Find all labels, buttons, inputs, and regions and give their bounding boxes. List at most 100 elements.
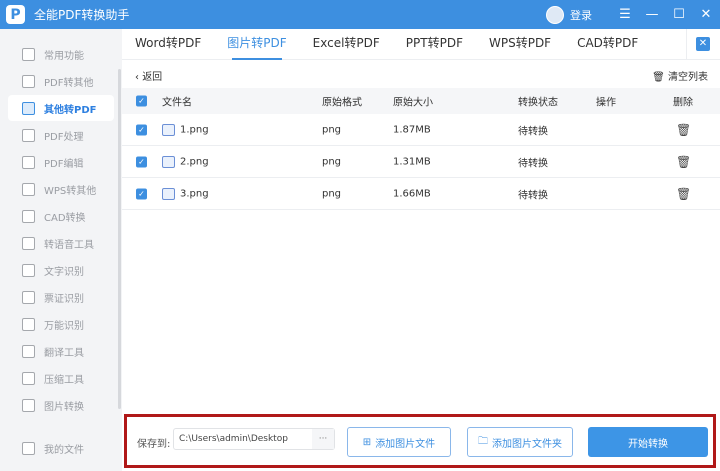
browse-button[interactable]: ··· [312, 429, 334, 449]
sidebar-item-label: 压缩工具 [44, 374, 84, 386]
clear-list-button[interactable]: 🗑 清空列表 [652, 68, 708, 83]
file-format: png [322, 156, 342, 167]
tool-icon [22, 209, 35, 223]
sidebar-item-label: 我的文件 [44, 444, 84, 456]
tool-icon [22, 47, 35, 61]
file-format: png [322, 188, 342, 199]
sidebar-scrollbar[interactable] [118, 69, 121, 409]
avatar[interactable] [546, 5, 564, 24]
file-name: 3.png [180, 188, 209, 199]
file-status: 待转换 [518, 190, 548, 201]
add-image-file-label: 添加图片文件 [375, 438, 436, 450]
title-bar: P 全能PDF转换助手 登录 ☰ — ☐ ✕ [0, 0, 720, 29]
sidebar-item-label: 常用功能 [44, 50, 84, 62]
row-checkbox[interactable]: ✓ [136, 124, 147, 135]
header-filename: 文件名 [162, 97, 192, 109]
clear-list-label: 清空列表 [668, 72, 708, 83]
back-button[interactable]: ‹ 返回 [135, 68, 162, 83]
tool-icon [22, 371, 35, 385]
header-size: 原始大小 [393, 97, 433, 109]
tab-cad-to-pdf[interactable]: CAD转PDF [577, 28, 638, 59]
table-row: ✓ 3.png png 1.66MB 待转换 🗑 [122, 178, 720, 210]
sidebar-item-label: WPS转其他 [44, 185, 97, 197]
sidebar-item-translate[interactable]: 翻译工具 [8, 338, 114, 364]
divider [686, 29, 687, 60]
row-checkbox[interactable]: ✓ [136, 188, 147, 199]
folder-icon [22, 441, 35, 455]
image-file-icon [162, 123, 175, 136]
file-plus-icon: ⊞ [362, 436, 372, 448]
app-logo-icon: P [6, 5, 25, 24]
sidebar-item-common[interactable]: 常用功能 [8, 41, 114, 67]
add-image-file-button[interactable]: ⊞ 添加图片文件 [347, 427, 451, 457]
sidebar-item-pdf-edit[interactable]: PDF编辑 [8, 149, 114, 175]
tool-icon [22, 398, 35, 412]
menu-icon[interactable]: ☰ [612, 7, 638, 22]
image-file-icon [162, 187, 175, 200]
tool-icon [22, 101, 35, 115]
tab-excel-to-pdf[interactable]: Excel转PDF [313, 28, 380, 59]
save-to-label: 保存到: [137, 439, 171, 450]
image-file-icon [162, 155, 175, 168]
save-path-field[interactable]: C:\Users\admin\Desktop ··· [173, 428, 335, 450]
delete-trash-icon[interactable]: 🗑 [676, 123, 691, 137]
file-format: png [322, 124, 342, 135]
back-label: 返回 [142, 72, 163, 83]
bottom-action-bar: 保存到: C:\Users\admin\Desktop ··· ⊞ 添加图片文件 … [124, 414, 716, 468]
start-convert-button[interactable]: 开始转换 [588, 427, 708, 457]
tool-icon [22, 182, 35, 196]
close-window-icon[interactable]: ✕ [693, 7, 719, 22]
add-image-folder-label: 添加图片文件夹 [492, 438, 562, 450]
sidebar-item-wps-to-other[interactable]: WPS转其他 [8, 176, 114, 202]
sidebar-item-pdf-to-other[interactable]: PDF转其他 [8, 68, 114, 94]
main-panel: Word转PDF 图片转PDF Excel转PDF PPT转PDF WPS转PD… [122, 29, 720, 471]
select-all-checkbox[interactable]: ✓ [136, 95, 147, 107]
tab-ppt-to-pdf[interactable]: PPT转PDF [406, 28, 463, 59]
header-format: 原始格式 [322, 97, 362, 109]
sidebar-item-pdf-process[interactable]: PDF处理 [8, 122, 114, 148]
file-size: 1.87MB [393, 124, 431, 135]
file-status: 待转换 [518, 126, 548, 137]
tool-icon [22, 344, 35, 358]
file-status: 待转换 [518, 158, 548, 169]
tab-word-to-pdf[interactable]: Word转PDF [135, 28, 201, 59]
tool-icon [22, 290, 35, 304]
table-row: ✓ 1.png png 1.87MB 待转换 🗑 [122, 114, 720, 146]
maximize-icon[interactable]: ☐ [666, 7, 692, 22]
sidebar-item-ocr[interactable]: 文字识别 [8, 257, 114, 283]
minimize-icon[interactable]: — [639, 7, 665, 22]
delete-trash-icon[interactable]: 🗑 [676, 155, 691, 169]
header-status: 转换状态 [518, 97, 558, 109]
sidebar-item-tts[interactable]: 转语音工具 [8, 230, 114, 256]
close-panel-icon[interactable]: ✕ [696, 37, 710, 51]
delete-trash-icon[interactable]: 🗑 [676, 187, 691, 201]
tab-bar: Word转PDF 图片转PDF Excel转PDF PPT转PDF WPS转PD… [122, 29, 720, 60]
sidebar-item-cad[interactable]: CAD转换 [8, 203, 114, 229]
sidebar-item-label: 票证识别 [44, 293, 84, 305]
sidebar-item-universal-ocr[interactable]: 万能识别 [8, 311, 114, 337]
app-title: 全能PDF转换助手 [34, 8, 130, 22]
tab-wps-to-pdf[interactable]: WPS转PDF [489, 28, 551, 59]
sidebar-item-my-files[interactable]: 我的文件 [8, 435, 114, 461]
sidebar-item-ticket-ocr[interactable]: 票证识别 [8, 284, 114, 310]
sidebar-item-other-to-pdf[interactable]: 其他转PDF [8, 95, 114, 121]
sidebar-item-image-convert[interactable]: 图片转换 [8, 392, 114, 418]
header-action: 操作 [596, 97, 616, 109]
sidebar-item-label: 文字识别 [44, 266, 84, 278]
sidebar-item-label: 转语音工具 [44, 239, 94, 251]
folder-icon: 🗀 [478, 435, 488, 447]
sidebar-item-label: PDF编辑 [44, 158, 84, 170]
sidebar-item-label: 万能识别 [44, 320, 84, 332]
file-size: 1.66MB [393, 188, 431, 199]
sidebar-item-label: 其他转PDF [44, 104, 97, 116]
add-image-folder-button[interactable]: 🗀 添加图片文件夹 [467, 427, 573, 457]
login-link[interactable]: 登录 [570, 7, 592, 23]
file-size: 1.31MB [393, 156, 431, 167]
save-path-value: C:\Users\admin\Desktop [179, 434, 288, 444]
tab-image-to-pdf[interactable]: 图片转PDF [227, 28, 287, 60]
file-name: 2.png [180, 156, 209, 167]
file-name: 1.png [180, 124, 209, 135]
row-checkbox[interactable]: ✓ [136, 156, 147, 167]
trash-icon: 🗑 [652, 72, 668, 83]
sidebar-item-compress[interactable]: 压缩工具 [8, 365, 114, 391]
